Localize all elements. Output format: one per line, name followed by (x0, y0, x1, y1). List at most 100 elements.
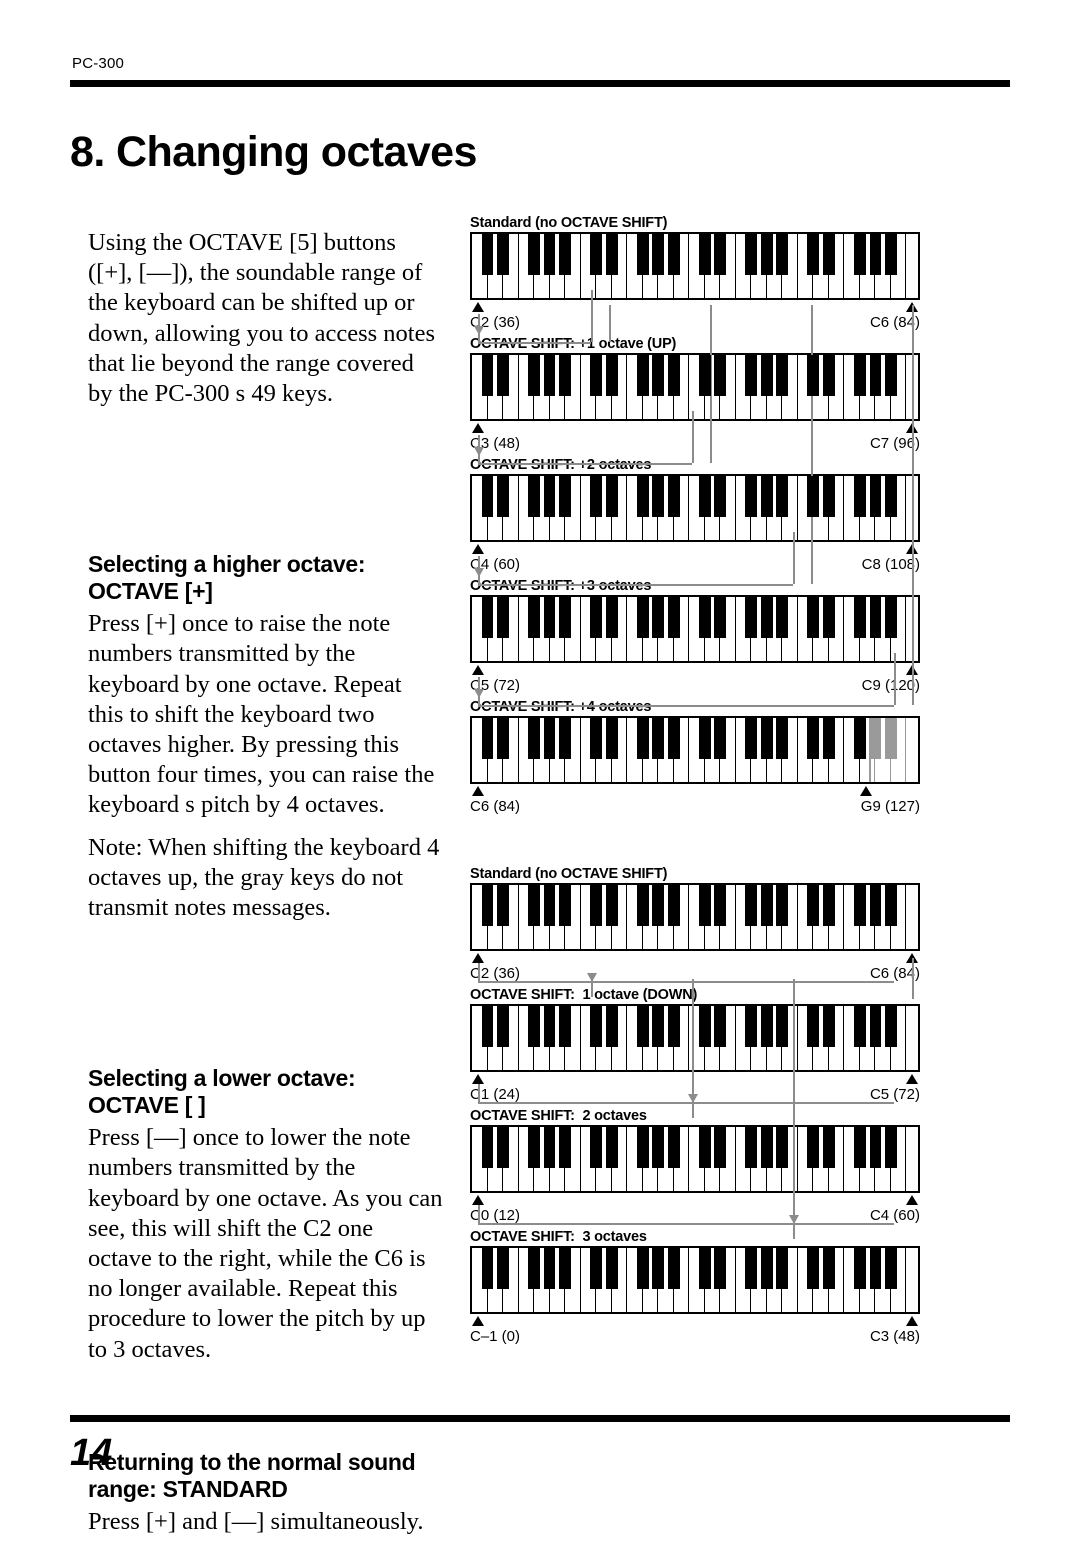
black-key (869, 476, 882, 517)
black-key (667, 1127, 680, 1168)
high-note-marker-icon (906, 1074, 919, 1084)
black-key (590, 234, 603, 275)
octave-diagram: Standard (no OCTAVE SHIFT) C2 (36) C6 (84) (470, 866, 970, 987)
black-key (590, 597, 603, 638)
black-key (776, 597, 789, 638)
connector-line-vertical (478, 1205, 480, 1223)
connector-arrow-icon (474, 568, 484, 577)
connector-arrow-icon (474, 447, 484, 456)
white-key (906, 1127, 918, 1191)
black-key (823, 1006, 835, 1047)
black-key (605, 234, 618, 275)
keyboard-keys (470, 595, 920, 663)
black-key (885, 885, 897, 926)
range-markers (470, 300, 920, 314)
keyboard-graphic (470, 883, 920, 951)
heading-higher-octave: Selecting a higher octave: OCTAVE [+] (88, 551, 366, 605)
black-key (760, 1006, 773, 1047)
diagram-caption: OCTAVE SHIFT: +2 octaves (470, 457, 652, 473)
connector-line-vertical (894, 653, 896, 705)
black-key (807, 718, 820, 759)
black-key (543, 476, 556, 517)
black-key (481, 1006, 494, 1047)
black-key (745, 885, 758, 926)
black-key (652, 597, 665, 638)
connector-line-vertical (692, 411, 694, 463)
black-key (497, 355, 509, 396)
range-labels: C3 (48) C7 (96) (470, 435, 920, 457)
diagram-caption: OCTAVE SHIFT: +1 octave (UP) (470, 336, 677, 352)
black-key (636, 1127, 649, 1168)
connector-line-vertical (609, 305, 611, 342)
black-key (497, 234, 509, 275)
connector-arrow-icon (587, 973, 597, 982)
black-key (745, 355, 758, 396)
black-key (652, 885, 665, 926)
diagram-caption: Standard (no OCTAVE SHIFT) (470, 866, 668, 882)
high-note-label: G9 (127) (860, 798, 920, 815)
low-note-marker-icon (471, 544, 484, 554)
black-key (698, 476, 711, 517)
black-key (481, 1127, 494, 1168)
footer-rule (70, 1415, 1010, 1422)
black-key (636, 355, 649, 396)
range-markers (470, 663, 920, 677)
keyboard-keys (470, 1125, 920, 1193)
keyboard-keys (470, 474, 920, 542)
black-key (652, 1006, 665, 1047)
octave-diagram: OCTAVE SHIFT: 1 octave (DOWN) C1 (24) C5 (… (470, 987, 970, 1108)
black-key (745, 1127, 758, 1168)
connector-line-horizontal (478, 584, 793, 586)
black-key (543, 885, 556, 926)
page-number: 14 (70, 1432, 113, 1474)
black-key (543, 1006, 556, 1047)
low-note-marker-icon (471, 953, 484, 963)
black-key (885, 597, 897, 638)
diagram-caption: OCTAVE SHIFT: 1 octave (DOWN) (470, 987, 698, 1003)
connector-line-horizontal (478, 705, 894, 707)
black-key (652, 718, 665, 759)
black-key (559, 234, 571, 275)
black-key (667, 718, 680, 759)
black-key (559, 1127, 571, 1168)
black-key (528, 597, 540, 638)
high-note-label: C4 (60) (869, 1207, 920, 1224)
keyboard-keys (470, 883, 920, 951)
white-key (906, 1248, 918, 1312)
intro-paragraph: Using the OCTAVE [5] buttons ([+], [—]),… (88, 229, 436, 408)
black-key (807, 355, 820, 396)
black-key (714, 476, 727, 517)
heading-standard-range: Returning to the normal sound range: STA… (88, 1448, 416, 1502)
range-markers (470, 542, 920, 556)
black-key (481, 234, 494, 275)
higher-octave-paragraph: Press [+] once to raise the note numbers… (88, 610, 435, 819)
black-key (776, 885, 789, 926)
black-key (869, 597, 882, 638)
black-key (636, 597, 649, 638)
keyboard-graphic (470, 595, 920, 663)
black-key (714, 1248, 727, 1289)
black-key (636, 885, 649, 926)
lower-octave-paragraph: Press [—] once to lower the note numbers… (88, 1124, 443, 1363)
black-key (543, 355, 556, 396)
range-labels: C2 (36) C6 (84) (470, 965, 920, 987)
black-key (776, 234, 789, 275)
keyboard-graphic (470, 1004, 920, 1072)
black-key (559, 885, 571, 926)
keyboard-graphic (470, 1125, 920, 1193)
black-key (497, 1127, 509, 1168)
black-key (823, 234, 835, 275)
black-key (528, 1006, 540, 1047)
black-key (885, 1127, 897, 1168)
low-note-label: C6 (84) (470, 798, 521, 815)
connector-line-vertical (591, 290, 593, 342)
diagram-caption: Standard (no OCTAVE SHIFT) (470, 215, 668, 231)
high-note-label: C5 (72) (869, 1086, 920, 1103)
high-note-marker-icon (859, 786, 872, 796)
black-key (760, 355, 773, 396)
black-key (698, 1127, 711, 1168)
black-key (714, 718, 727, 759)
connector-line-horizontal (478, 981, 894, 983)
black-key (823, 355, 835, 396)
